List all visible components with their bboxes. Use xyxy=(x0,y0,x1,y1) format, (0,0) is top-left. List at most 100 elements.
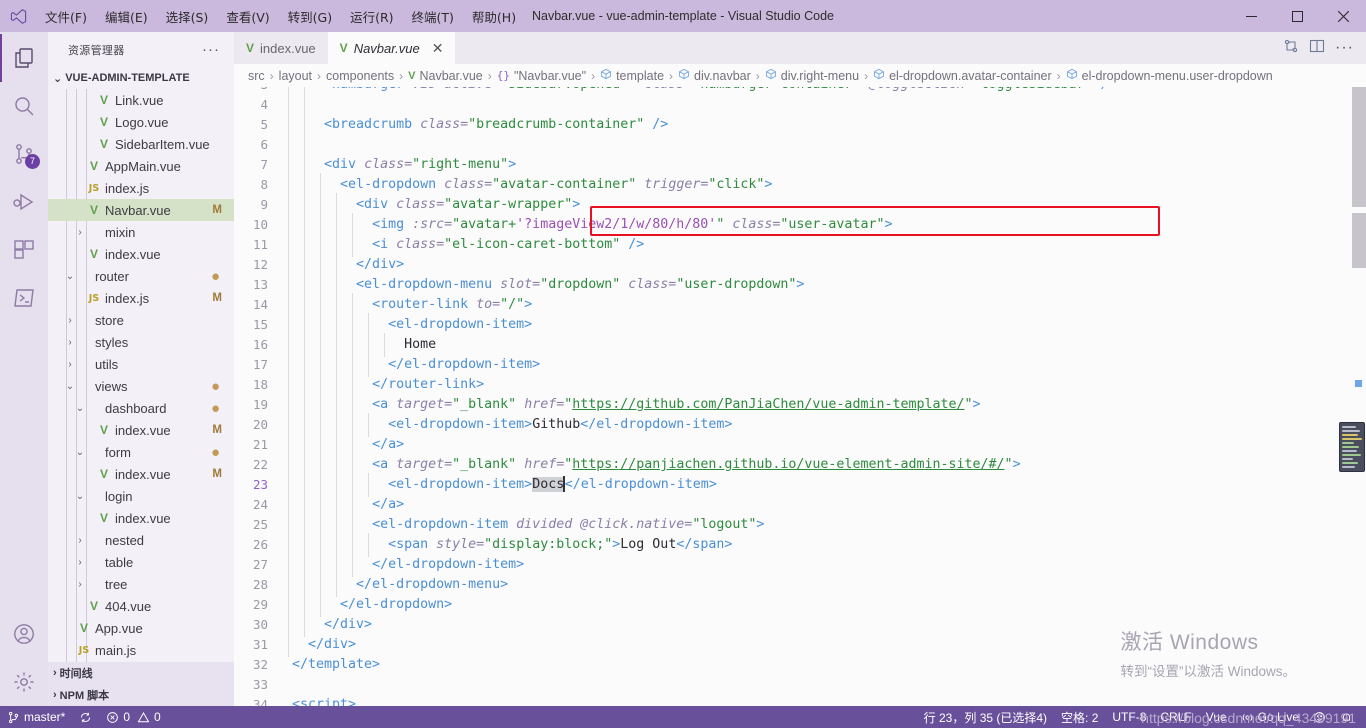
vertical-scrollbar-thumb-2[interactable] xyxy=(1352,213,1366,268)
tree-item[interactable]: › nested xyxy=(48,529,234,551)
tree-item[interactable]: ⌄ login xyxy=(48,485,234,507)
code-line[interactable]: 9 <div class="avatar-wrapper"> xyxy=(234,193,1366,217)
menu-help[interactable]: 帮助(H) xyxy=(463,3,525,30)
tree-item[interactable]: ⌄ dashboard ● xyxy=(48,397,234,419)
status-cursor-position[interactable]: 行 23，列 35 (已选择4) xyxy=(917,706,1054,728)
overview-ruler[interactable] xyxy=(1352,87,1366,706)
code-line[interactable]: 24 </a> xyxy=(234,493,1366,517)
menu-terminal[interactable]: 终端(T) xyxy=(403,3,463,30)
explorer-icon[interactable] xyxy=(0,34,48,82)
menu-go[interactable]: 转到(G) xyxy=(279,3,341,30)
menu-view[interactable]: 查看(V) xyxy=(217,3,278,30)
code-line[interactable]: 7 <div class="right-menu"> xyxy=(234,153,1366,177)
remote-terminal-icon[interactable] xyxy=(0,274,48,322)
status-branch[interactable]: master* xyxy=(0,706,72,728)
tree-item[interactable]: ⌄ views ● xyxy=(48,375,234,397)
workspace-folder-header[interactable]: ⌄ VUE-ADMIN-TEMPLATE xyxy=(48,67,234,89)
breadcrumb-item[interactable]: {} "Navbar.vue" xyxy=(497,69,586,83)
code-line[interactable]: 16 Home xyxy=(234,333,1366,357)
tree-item[interactable]: › mixin xyxy=(48,221,234,243)
code-line[interactable]: 4 xyxy=(234,93,1366,117)
status-notifications-bell-icon[interactable] xyxy=(1333,706,1360,728)
tree-item[interactable]: › store xyxy=(48,309,234,331)
tree-item[interactable]: V Link.vue xyxy=(48,89,234,111)
close-icon[interactable]: ✕ xyxy=(432,41,444,55)
code-line[interactable]: 26 <span style="display:block;">Log Out<… xyxy=(234,533,1366,557)
status-sync[interactable] xyxy=(72,706,99,728)
code-line[interactable]: 34 <script> xyxy=(234,695,1366,706)
code-line[interactable]: 29 </el-dropdown> xyxy=(234,593,1366,617)
status-go-live[interactable]: Go Live xyxy=(1234,706,1306,728)
code-line[interactable]: 31 </div> xyxy=(234,633,1366,657)
code-line[interactable]: 20 <el-dropdown-item>Github</el-dropdown… xyxy=(234,413,1366,437)
breadcrumb-item[interactable]: src xyxy=(248,69,265,83)
tree-item[interactable]: V AppMain.vue xyxy=(48,155,234,177)
breadcrumb-item[interactable]: el-dropdown.avatar-container xyxy=(873,68,1052,83)
code-editor[interactable]: 3 <hamburger :is-active="sidebar.opened"… xyxy=(234,87,1366,706)
extensions-icon[interactable] xyxy=(0,226,48,274)
status-indentation[interactable]: 空格: 2 xyxy=(1054,706,1105,728)
breadcrumb-item[interactable]: components xyxy=(326,69,394,83)
code-line[interactable]: 10 <img :src="avatar+'?imageView2/1/w/80… xyxy=(234,213,1366,237)
file-tree[interactable]: V Link.vue V Logo.vue V SidebarItem.vue V AppMa… xyxy=(48,89,234,662)
search-icon[interactable] xyxy=(0,82,48,130)
tree-item[interactable]: V Logo.vue xyxy=(48,111,234,133)
code-line[interactable]: 27 </el-dropdown-item> xyxy=(234,553,1366,577)
source-control-icon[interactable]: 7 xyxy=(0,130,48,178)
menu-file[interactable]: 文件(F) xyxy=(36,3,96,30)
code-line[interactable]: 19 <a target="_blank" href= "https://gith… xyxy=(234,393,1366,417)
breadcrumb-item[interactable]: layout xyxy=(279,69,312,83)
code-line[interactable]: 33 xyxy=(234,675,1366,695)
code-line[interactable]: 17 </el-dropdown-item> xyxy=(234,353,1366,377)
breadcrumb-item[interactable]: el-dropdown-menu.user-dropdown xyxy=(1066,68,1273,83)
code-line[interactable]: 18 </router-link> xyxy=(234,373,1366,397)
tree-item[interactable]: ⌄ router ● xyxy=(48,265,234,287)
accounts-icon[interactable] xyxy=(0,610,48,658)
sidebar-section-timeline[interactable]: › 时间线 xyxy=(48,662,234,684)
tree-item-selected[interactable]: V Navbar.vue M xyxy=(48,199,234,221)
code-line[interactable]: 15 <el-dropdown-item> xyxy=(234,313,1366,337)
menu-edit[interactable]: 编辑(E) xyxy=(96,3,157,30)
maximize-button[interactable] xyxy=(1274,0,1320,32)
code-line[interactable]: 12 </div> xyxy=(234,253,1366,277)
tree-item[interactable]: JS index.js M xyxy=(48,287,234,309)
code-line[interactable]: 3 <hamburger :is-active="sidebar.opened"… xyxy=(234,87,1366,97)
split-compare-icon[interactable] xyxy=(1283,38,1299,59)
tree-item[interactable]: Vindex.vue M xyxy=(48,463,234,485)
code-lines[interactable]: 3 <hamburger :is-active="sidebar.opened"… xyxy=(234,87,1366,706)
code-line[interactable]: 14 <router-link to="/"> xyxy=(234,293,1366,317)
code-line[interactable]: 30 </div> xyxy=(234,613,1366,637)
breadcrumb-item[interactable]: div.right-menu xyxy=(765,68,859,83)
code-line[interactable]: 11 <i class="el-icon-caret-bottom" /> xyxy=(234,233,1366,257)
tree-item[interactable]: › utils xyxy=(48,353,234,375)
tree-item[interactable]: › styles xyxy=(48,331,234,353)
tree-item[interactable]: Vindex.vue M xyxy=(48,419,234,441)
breadcrumb-item[interactable]: template xyxy=(600,68,664,83)
status-feedback-smiley-icon[interactable] xyxy=(1306,706,1333,728)
explorer-more-actions[interactable]: ··· xyxy=(202,41,226,58)
breadcrumb-item[interactable]: div.navbar xyxy=(678,68,751,83)
tree-item[interactable]: › tree xyxy=(48,573,234,595)
status-language-mode[interactable]: Vue xyxy=(1199,706,1234,728)
tree-item[interactable]: Vindex.vue xyxy=(48,243,234,265)
vertical-scrollbar-thumb[interactable] xyxy=(1352,87,1366,207)
code-line[interactable]: 8 <el-dropdown class="avatar-container" … xyxy=(234,173,1366,197)
breadcrumb-item[interactable]: V Navbar.vue xyxy=(408,69,483,83)
run-debug-icon[interactable] xyxy=(0,178,48,226)
sidebar-section-npm-scripts[interactable]: › NPM 脚本 xyxy=(48,684,234,706)
code-line[interactable]: 21 </a> xyxy=(234,433,1366,457)
split-editor-icon[interactable] xyxy=(1309,38,1325,59)
editor-more-actions[interactable]: ··· xyxy=(1335,39,1354,57)
minimap[interactable] xyxy=(1339,422,1365,472)
menu-run[interactable]: 运行(R) xyxy=(341,3,402,30)
menu-selection[interactable]: 选择(S) xyxy=(157,3,218,30)
tree-item[interactable]: V SidebarItem.vue xyxy=(48,133,234,155)
minimize-button[interactable] xyxy=(1228,0,1274,32)
tab-index-vue[interactable]: V index.vue xyxy=(234,32,328,64)
tree-item[interactable]: V App.vue xyxy=(48,617,234,639)
close-button[interactable] xyxy=(1320,0,1366,32)
status-eol[interactable]: CRLF xyxy=(1153,706,1198,728)
code-line[interactable]: 5 <breadcrumb class="breadcrumb-containe… xyxy=(234,113,1366,137)
tree-item[interactable]: JS main.js xyxy=(48,639,234,661)
code-line[interactable]: 25 <el-dropdown-item divided @click.nati… xyxy=(234,513,1366,537)
